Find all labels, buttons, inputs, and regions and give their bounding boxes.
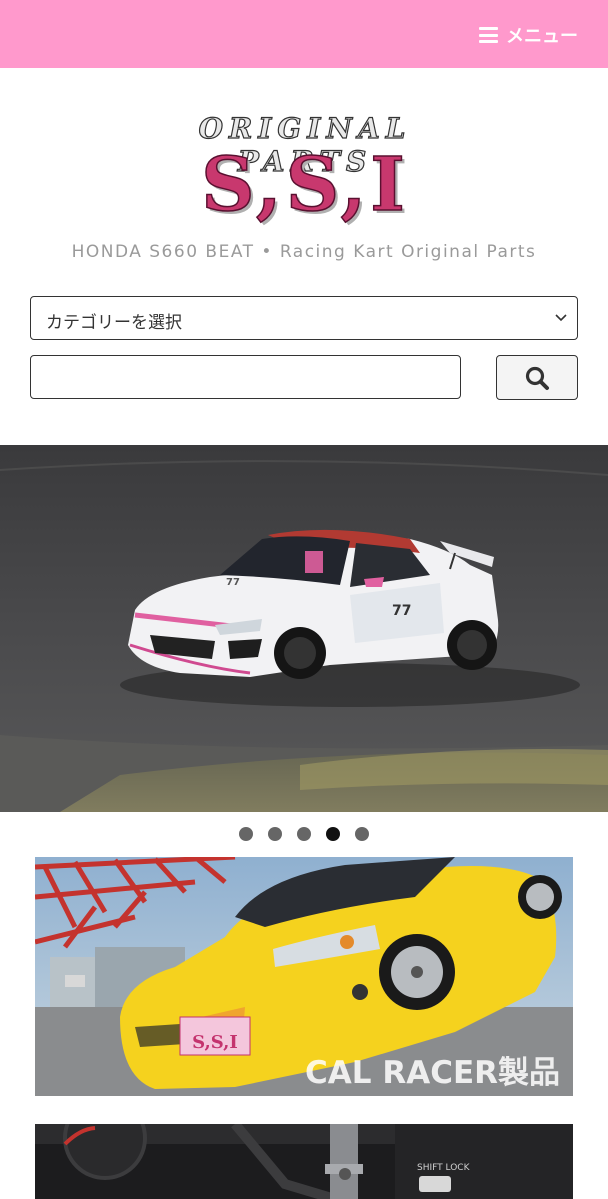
slider-dot[interactable] bbox=[268, 827, 282, 841]
cal-racer-banner-image: S,S,I CAL RACER製品 bbox=[35, 857, 573, 1096]
site-tagline: HONDA S660 BEAT • Racing Kart Original P… bbox=[71, 242, 537, 262]
shift-lock-text: SHIFT LOCK bbox=[417, 1163, 471, 1173]
hero-slide-image: 77 77 bbox=[0, 445, 608, 812]
cal-racer-banner[interactable]: S,S,I CAL RACER製品 bbox=[35, 857, 573, 1096]
shift-lock-banner-image: SHIFT LOCK bbox=[35, 1124, 573, 1199]
slider-dot[interactable] bbox=[355, 827, 369, 841]
banner-overlay-text: CAL RACER製品 bbox=[305, 1055, 560, 1091]
svg-text:77: 77 bbox=[392, 603, 411, 619]
site-logo[interactable]: ORIGINAL PARTS S,S,I bbox=[140, 111, 470, 230]
slider-dot[interactable] bbox=[297, 827, 311, 841]
shift-lock-banner[interactable]: SHIFT LOCK bbox=[35, 1124, 573, 1199]
menu-label: メニュー bbox=[506, 26, 578, 47]
category-select-value: カテゴリーを選択 bbox=[46, 313, 182, 333]
search-input[interactable] bbox=[30, 355, 461, 399]
search-icon bbox=[525, 366, 549, 390]
site-header: メニュー bbox=[0, 0, 608, 68]
plate-text: S,S,I bbox=[192, 1032, 238, 1053]
svg-text:77: 77 bbox=[226, 577, 240, 588]
logo-main-text: S,S,I bbox=[200, 141, 409, 229]
chevron-down-icon bbox=[555, 314, 567, 322]
hamburger-icon bbox=[479, 27, 498, 43]
slider-dots bbox=[0, 827, 608, 843]
search-button[interactable] bbox=[496, 355, 578, 400]
slider-dot[interactable] bbox=[239, 827, 253, 841]
menu-button[interactable]: メニュー bbox=[479, 22, 578, 48]
slider-dot-active[interactable] bbox=[326, 827, 340, 841]
category-select[interactable]: カテゴリーを選択 bbox=[30, 296, 578, 340]
hero-slider[interactable]: 77 77 bbox=[0, 445, 608, 812]
